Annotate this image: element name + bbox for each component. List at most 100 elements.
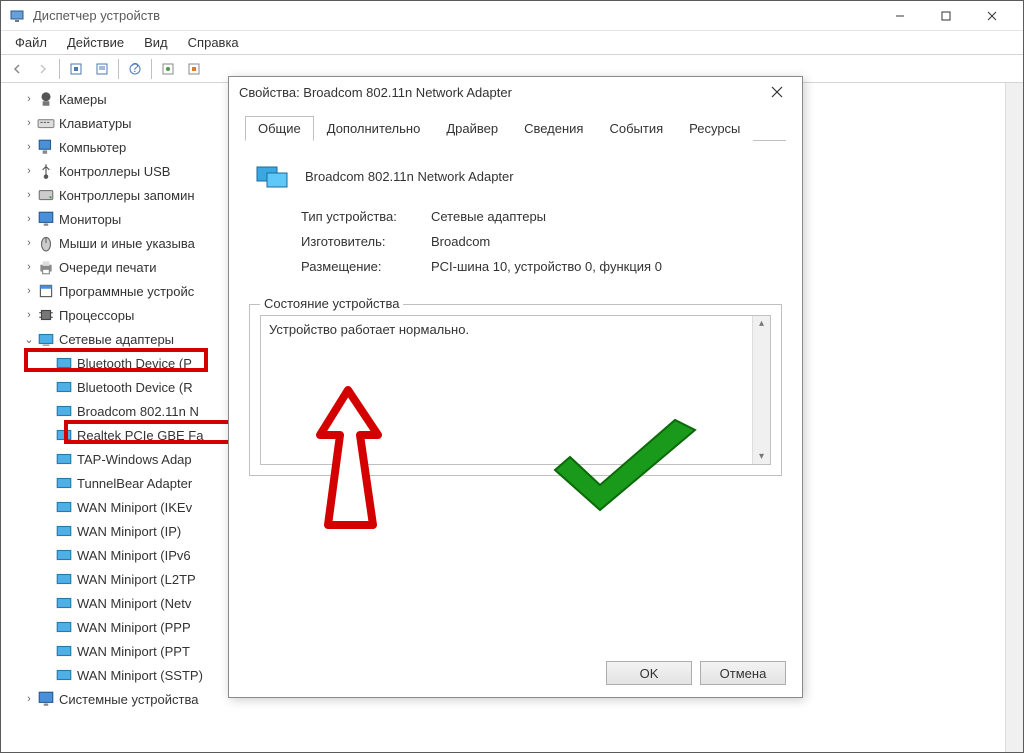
window-title: Диспетчер устройств bbox=[33, 8, 877, 23]
tree-label: Bluetooth Device (P bbox=[77, 356, 192, 371]
device-status-textarea[interactable]: Устройство работает нормально. ▴ ▾ bbox=[260, 315, 771, 465]
ok-button[interactable]: OK bbox=[606, 661, 692, 685]
adapter-icon bbox=[55, 475, 73, 491]
toolbar-separator bbox=[59, 59, 60, 79]
minimize-button[interactable] bbox=[877, 1, 923, 31]
adapter-icon bbox=[55, 451, 73, 467]
system-icon bbox=[37, 691, 55, 707]
adapter-large-icon bbox=[255, 161, 291, 191]
dialog-body: Общие Дополнительно Драйвер Сведения Соб… bbox=[229, 107, 802, 653]
tree-label: Компьютер bbox=[59, 140, 126, 155]
device-info: Тип устройства: Сетевые адаптеры Изготов… bbox=[301, 209, 786, 284]
adapter-icon bbox=[55, 523, 73, 539]
toolbar-scan-button[interactable] bbox=[64, 58, 88, 80]
chevron-right-icon: › bbox=[21, 285, 37, 297]
chevron-right-icon: › bbox=[21, 165, 37, 177]
info-label: Изготовитель: bbox=[301, 234, 431, 249]
software-icon bbox=[37, 283, 55, 299]
menu-help[interactable]: Справка bbox=[178, 33, 249, 52]
cpu-icon bbox=[37, 307, 55, 323]
device-status-group: Состояние устройства Устройство работает… bbox=[249, 304, 782, 476]
tree-label: WAN Miniport (IKEv bbox=[77, 500, 192, 515]
dialog-footer: OK Отмена bbox=[229, 653, 802, 697]
scroll-up-icon: ▴ bbox=[753, 318, 770, 329]
menu-file[interactable]: Файл bbox=[5, 33, 57, 52]
tab-general[interactable]: Общие bbox=[245, 116, 314, 141]
adapter-icon bbox=[55, 619, 73, 635]
chevron-right-icon: › bbox=[21, 93, 37, 105]
titlebar: Диспетчер устройств bbox=[1, 1, 1023, 31]
maximize-button[interactable] bbox=[923, 1, 969, 31]
status-scrollbar[interactable]: ▴ ▾ bbox=[752, 316, 770, 464]
tree-label: WAN Miniport (Netv bbox=[77, 596, 191, 611]
toolbar-btn-a[interactable] bbox=[156, 58, 180, 80]
info-label: Размещение: bbox=[301, 259, 431, 274]
menubar: Файл Действие Вид Справка bbox=[1, 31, 1023, 55]
info-row: Изготовитель: Broadcom bbox=[301, 234, 786, 249]
printer-icon bbox=[37, 259, 55, 275]
camera-icon bbox=[37, 91, 55, 107]
toolbar-btn-b[interactable] bbox=[182, 58, 206, 80]
toolbar-back-button[interactable] bbox=[5, 58, 29, 80]
groupbox-legend: Состояние устройства bbox=[260, 296, 403, 311]
network-icon bbox=[37, 331, 55, 347]
adapter-icon bbox=[55, 499, 73, 515]
dialog-tabs: Общие Дополнительно Драйвер Сведения Соб… bbox=[245, 115, 786, 141]
tree-label: Очереди печати bbox=[59, 260, 157, 275]
tree-label: Процессоры bbox=[59, 308, 134, 323]
toolbar-properties-button[interactable] bbox=[90, 58, 114, 80]
chevron-right-icon: › bbox=[21, 213, 37, 225]
chevron-right-icon: › bbox=[21, 261, 37, 273]
toolbar-separator bbox=[118, 59, 119, 79]
toolbar-forward-button[interactable] bbox=[31, 58, 55, 80]
menu-action[interactable]: Действие bbox=[57, 33, 134, 52]
chevron-right-icon: › bbox=[21, 189, 37, 201]
toolbar-separator bbox=[151, 59, 152, 79]
tree-label: WAN Miniport (PPP bbox=[77, 620, 191, 635]
tab-advanced[interactable]: Дополнительно bbox=[314, 116, 434, 141]
chevron-down-icon: ⌄ bbox=[21, 333, 37, 346]
monitor-icon bbox=[37, 211, 55, 227]
tab-driver[interactable]: Драйвер bbox=[433, 116, 511, 141]
cancel-button[interactable]: Отмена bbox=[700, 661, 786, 685]
adapter-icon bbox=[55, 427, 73, 443]
vertical-scrollbar[interactable] bbox=[1005, 83, 1023, 752]
adapter-icon bbox=[55, 355, 73, 371]
adapter-icon bbox=[55, 667, 73, 683]
chevron-right-icon: › bbox=[21, 309, 37, 321]
device-header: Broadcom 802.11n Network Adapter bbox=[255, 161, 782, 191]
tree-label: Мыши и иные указыва bbox=[59, 236, 195, 251]
chevron-right-icon: › bbox=[21, 141, 37, 153]
close-button[interactable] bbox=[969, 1, 1015, 31]
pc-icon bbox=[37, 139, 55, 155]
tree-label: Контроллеры запомин bbox=[59, 188, 195, 203]
tree-label: Realtek PCIe GBE Fa bbox=[77, 428, 203, 443]
tab-events[interactable]: События bbox=[596, 116, 676, 141]
dialog-close-button[interactable] bbox=[762, 77, 792, 107]
adapter-icon bbox=[55, 595, 73, 611]
svg-text:?: ? bbox=[131, 62, 138, 75]
adapter-icon bbox=[55, 547, 73, 563]
tree-label: Системные устройства bbox=[59, 692, 198, 707]
disk-icon bbox=[37, 187, 55, 203]
info-row: Тип устройства: Сетевые адаптеры bbox=[301, 209, 786, 224]
info-value: Сетевые адаптеры bbox=[431, 209, 546, 224]
usb-icon bbox=[37, 163, 55, 179]
info-row: Размещение: PCI-шина 10, устройство 0, ф… bbox=[301, 259, 786, 274]
dialog-title: Свойства: Broadcom 802.11n Network Adapt… bbox=[239, 85, 762, 100]
adapter-icon bbox=[55, 403, 73, 419]
scroll-down-icon: ▾ bbox=[753, 451, 770, 462]
info-value: Broadcom bbox=[431, 234, 490, 249]
tree-label: Bluetooth Device (R bbox=[77, 380, 193, 395]
menu-view[interactable]: Вид bbox=[134, 33, 178, 52]
tree-label: WAN Miniport (SSTP) bbox=[77, 668, 203, 683]
chevron-right-icon: › bbox=[21, 237, 37, 249]
tab-resources[interactable]: Ресурсы bbox=[676, 116, 753, 141]
app-icon bbox=[9, 8, 25, 24]
info-label: Тип устройства: bbox=[301, 209, 431, 224]
toolbar-help-button[interactable]: ? bbox=[123, 58, 147, 80]
tree-label: Контроллеры USB bbox=[59, 164, 170, 179]
adapter-icon bbox=[55, 643, 73, 659]
mouse-icon bbox=[37, 235, 55, 251]
tab-details[interactable]: Сведения bbox=[511, 116, 596, 141]
